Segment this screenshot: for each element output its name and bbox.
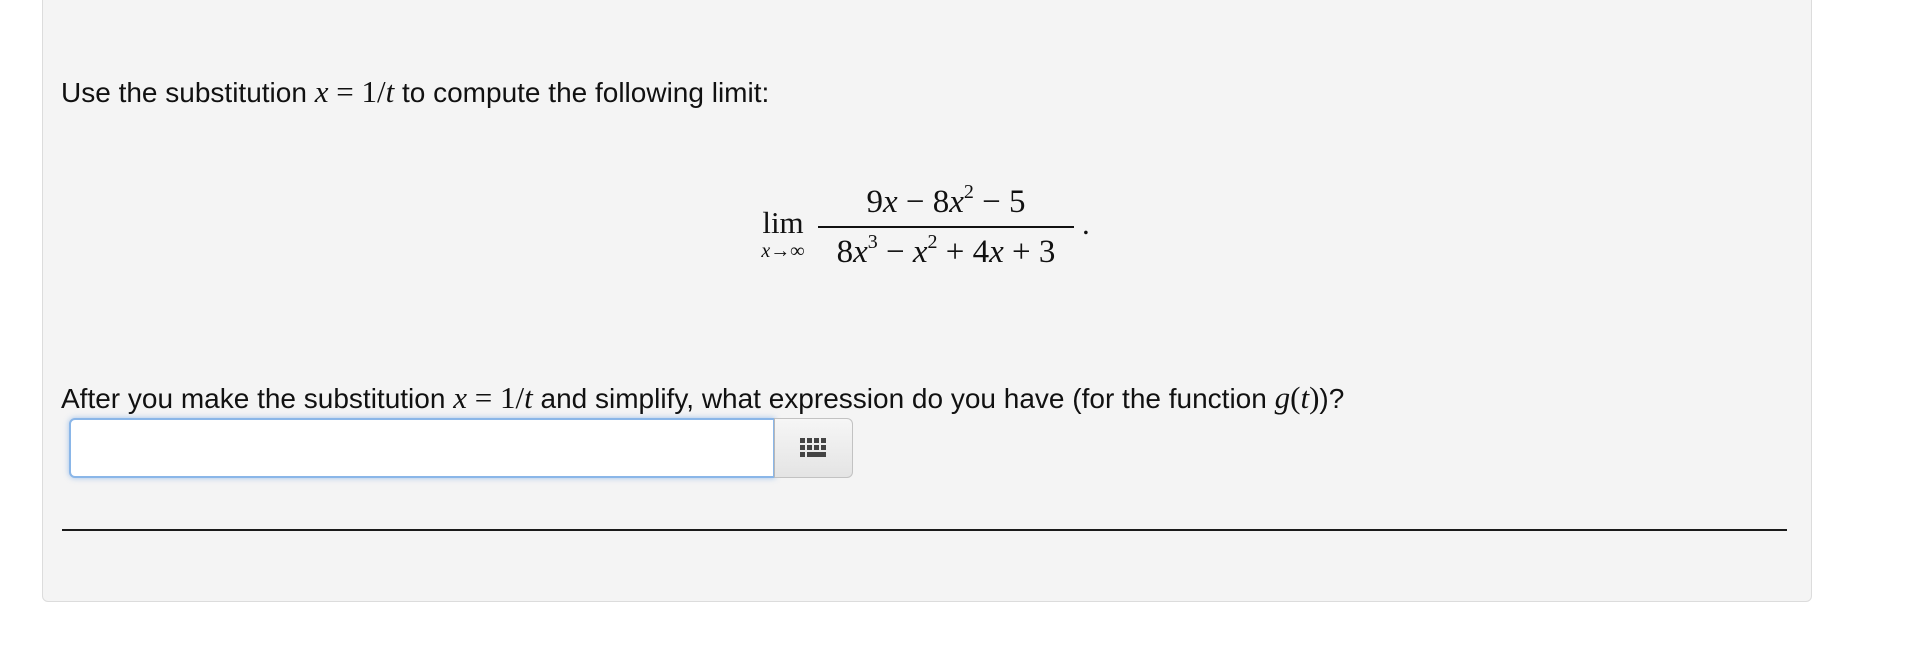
numerator: 9x − 8x2 − 5	[866, 181, 1026, 220]
answer-input[interactable]	[69, 418, 775, 478]
answer-field-group	[69, 418, 855, 478]
lim-subscript: x→∞	[761, 240, 805, 262]
lim-operator: lim x→∞	[752, 206, 814, 263]
function-notation: g(t)	[1274, 380, 1320, 415]
section-divider	[62, 529, 1787, 531]
prompt-substitution-math: x = 1/t	[453, 380, 533, 415]
instruction-text-end: to compute the following limit:	[394, 77, 770, 108]
denominator: 8x3 − x2 + 4x + 3	[836, 231, 1056, 270]
fraction-bar	[818, 226, 1074, 228]
trailing-period: .	[1082, 206, 1090, 241]
question-instructions: Use the substitution x = 1/t to compute …	[61, 72, 769, 113]
substitution-math: x = 1/t	[314, 74, 395, 109]
answer-prompt: After you make the substitution x = 1/t …	[61, 380, 1345, 415]
grid-icon	[799, 438, 826, 457]
instruction-text: Use the substitution	[61, 77, 315, 108]
fraction: 9x − 8x2 − 5 8x3 − x2 + 4x + 3	[818, 178, 1074, 274]
math-palette-button[interactable]	[774, 418, 853, 478]
